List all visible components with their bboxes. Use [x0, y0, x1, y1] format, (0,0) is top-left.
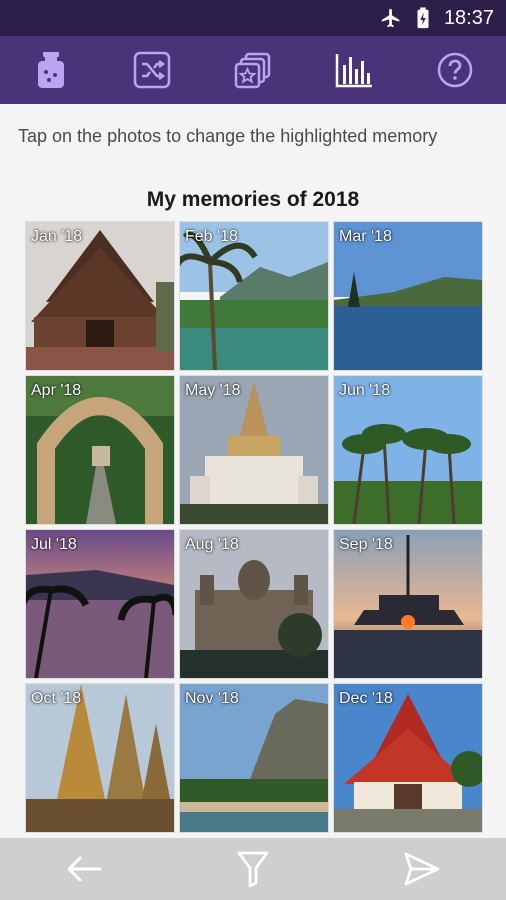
- memory-tile-nov[interactable]: Nov '18: [180, 684, 328, 832]
- grid-title: My memories of 2018: [146, 188, 360, 211]
- month-label: Nov '18: [185, 690, 239, 707]
- month-label: Dec '18: [339, 690, 393, 707]
- bar-chart-icon: [335, 54, 373, 88]
- month-label: Aug '18: [185, 536, 239, 553]
- memory-tile-oct[interactable]: Oct '18: [26, 684, 174, 832]
- airplane-mode-icon: [380, 7, 402, 29]
- bottom-nav: [0, 838, 506, 900]
- statistics-button[interactable]: [324, 40, 384, 100]
- memory-tile-dec[interactable]: Dec '18: [334, 684, 482, 832]
- memory-jar-button[interactable]: [21, 40, 81, 100]
- help-button[interactable]: [425, 40, 485, 100]
- back-arrow-icon: [67, 856, 102, 882]
- status-bar: 18:37: [0, 0, 506, 36]
- month-label: May '18: [185, 382, 241, 399]
- month-label: Mar '18: [339, 228, 392, 245]
- month-label: Oct '18: [31, 690, 82, 707]
- month-label: Sep '18: [339, 536, 393, 553]
- battery-charging-icon: [416, 7, 430, 29]
- month-label: Jun '18: [339, 382, 391, 399]
- memory-tile-jul[interactable]: Jul '18: [26, 530, 174, 678]
- memory-tile-jun[interactable]: Jun '18: [334, 376, 482, 524]
- top-toolbar: [0, 36, 506, 104]
- memory-tile-apr[interactable]: Apr '18: [26, 376, 174, 524]
- memory-tile-aug[interactable]: Aug '18: [180, 530, 328, 678]
- help-icon: [438, 52, 473, 88]
- shuffle-icon: [133, 51, 171, 89]
- memory-tile-mar[interactable]: Mar '18: [334, 222, 482, 370]
- memory-jar-icon: [37, 52, 64, 88]
- month-label: Jul '18: [31, 536, 77, 553]
- photo-stack-star-icon: [234, 52, 271, 89]
- month-label: Feb '18: [185, 228, 238, 245]
- memories-grid: Jan '18 Feb '18 Mar '18 Apr '18 May '18 …: [26, 222, 482, 832]
- memory-tile-feb[interactable]: Feb '18: [180, 222, 328, 370]
- month-label: Jan '18: [31, 228, 83, 245]
- memory-tile-may[interactable]: May '18: [180, 376, 328, 524]
- instruction-text: Tap on the photos to change the highligh…: [18, 126, 438, 146]
- shuffle-button[interactable]: [122, 40, 182, 100]
- send-button[interactable]: [392, 839, 452, 899]
- memory-tile-jan[interactable]: Jan '18: [26, 222, 174, 370]
- send-icon: [404, 852, 440, 886]
- month-label: Apr '18: [31, 382, 82, 399]
- filter-button[interactable]: [223, 839, 283, 899]
- memory-tile-sep[interactable]: Sep '18: [334, 530, 482, 678]
- photo-stack-button[interactable]: [223, 40, 283, 100]
- status-time: 18:37: [443, 6, 494, 29]
- filter-icon: [237, 851, 269, 888]
- back-button[interactable]: [54, 839, 114, 899]
